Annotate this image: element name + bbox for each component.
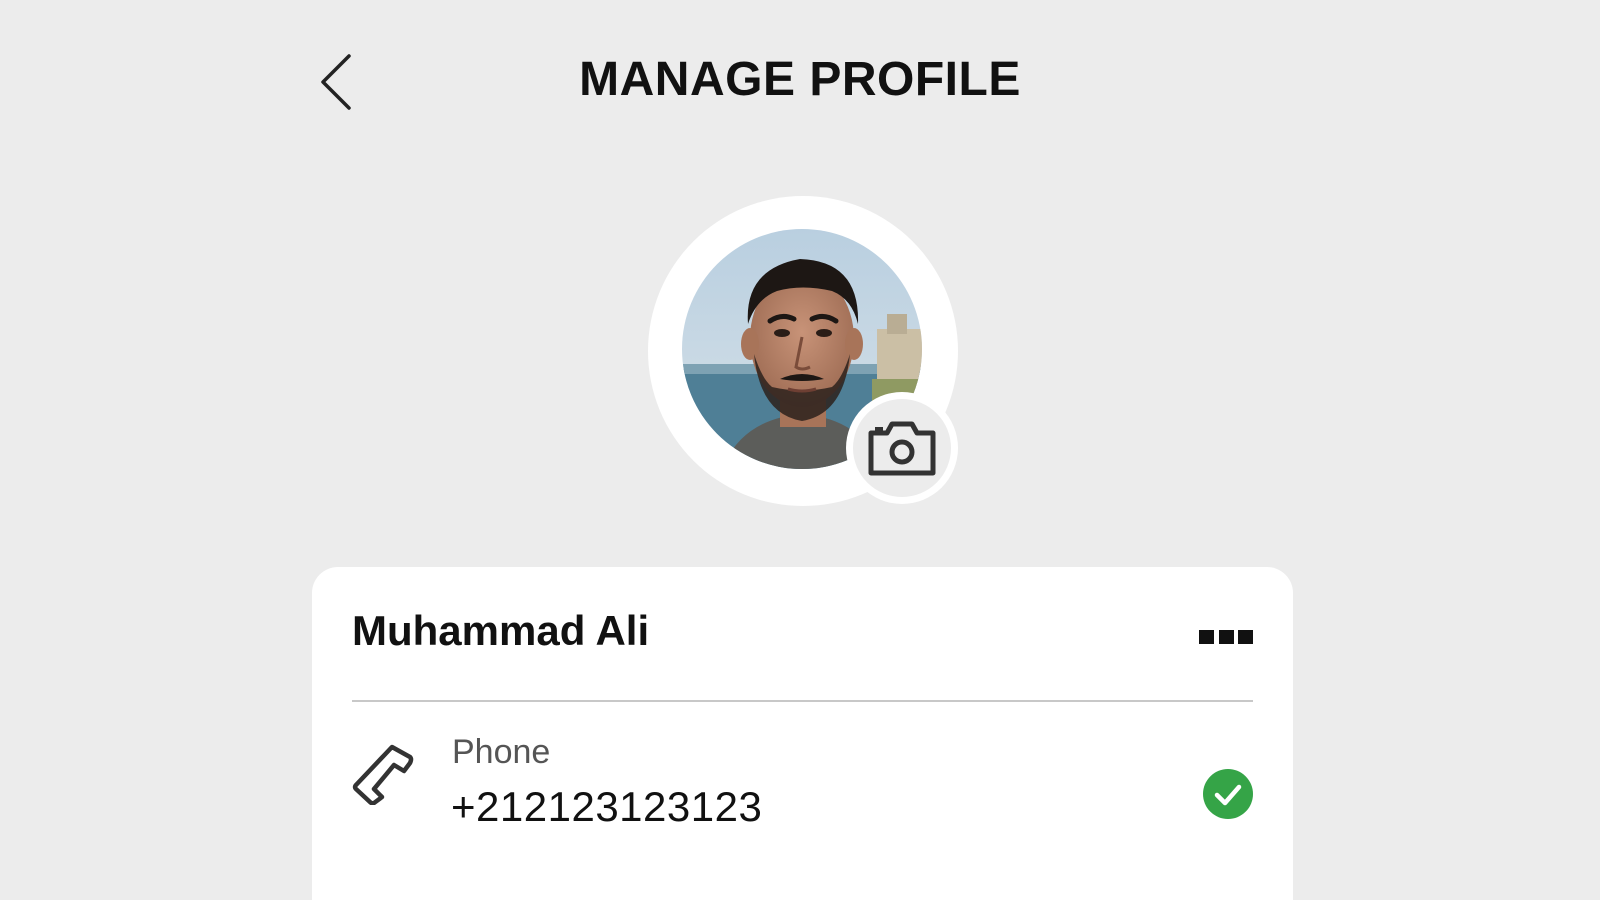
more-icon bbox=[1199, 630, 1214, 644]
more-options-button[interactable] bbox=[1199, 625, 1253, 649]
camera-button-inner bbox=[853, 399, 951, 497]
profile-name: Muhammad Ali bbox=[352, 607, 650, 654]
more-icon-dot bbox=[1238, 630, 1253, 644]
change-photo-button[interactable] bbox=[846, 392, 958, 504]
check-circle-icon bbox=[1203, 769, 1253, 819]
phone-icon bbox=[352, 744, 414, 805]
camera-icon bbox=[868, 421, 936, 476]
page-title: MANAGE PROFILE bbox=[579, 53, 1021, 106]
phone-value: +21212312312​3 bbox=[451, 783, 763, 830]
more-icon-dot bbox=[1218, 630, 1234, 644]
manage-profile-screen: MANAGE PROFILE Muhammad Ali Phone +21212… bbox=[0, 0, 1600, 900]
phone-label: Phone bbox=[452, 733, 551, 771]
phone-row[interactable]: Phone +21212312312​3 bbox=[312, 717, 1293, 837]
divider bbox=[352, 700, 1253, 702]
profile-card: Muhammad Ali Phone +21212312312​3 bbox=[312, 567, 1293, 900]
